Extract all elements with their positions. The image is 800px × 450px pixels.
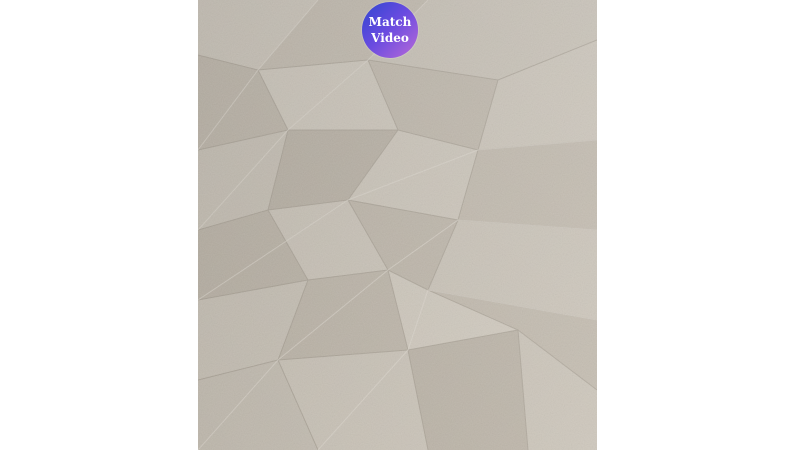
paper-texture <box>198 0 597 450</box>
badge-label-line2: Video <box>371 31 409 45</box>
match-video-button[interactable]: Match Video <box>362 2 418 58</box>
crumpled-paper-image <box>198 0 597 450</box>
badge-label-line1: Match <box>368 15 412 29</box>
video-stage: Match Video <box>0 0 800 450</box>
